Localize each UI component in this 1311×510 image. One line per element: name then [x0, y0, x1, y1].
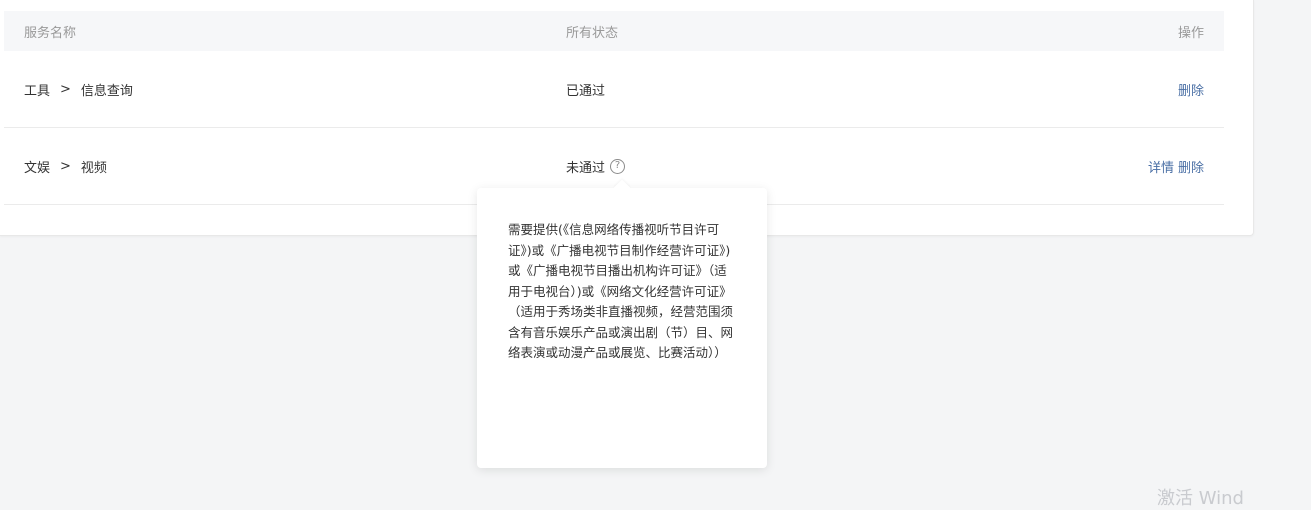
table-header: 服务名称 所有状态 操作: [4, 11, 1224, 51]
actions-cell: 删除: [1178, 51, 1204, 127]
popover-text: 需要提供(《信息网络传播视听节目许可证》)或《广播电视节目制作经营许可证》)或《…: [508, 222, 734, 360]
header-status: 所有状态: [566, 25, 619, 41]
header-actions: 操作: [1177, 25, 1204, 41]
details-link[interactable]: 详情: [1148, 157, 1174, 176]
service-subcategory: 信息查询: [80, 83, 133, 99]
status-text: 未通过: [566, 160, 606, 176]
windows-activation-watermark: 激活 Wind: [1157, 488, 1244, 509]
service-name-cell: 工具 > 信息查询: [24, 51, 133, 127]
service-subcategory: 视频: [80, 160, 107, 176]
service-category: 工具: [24, 83, 51, 99]
actions-cell: 详情 删除: [1148, 128, 1204, 204]
status-cell: 已通过: [566, 51, 605, 127]
service-category: 文娱: [24, 160, 51, 176]
delete-link[interactable]: 删除: [1178, 157, 1204, 176]
header-service-name: 服务名称: [24, 25, 77, 41]
path-separator: >: [60, 158, 71, 174]
path-separator: >: [60, 81, 71, 97]
question-circle-icon[interactable]: ?: [610, 158, 626, 174]
delete-link[interactable]: 删除: [1178, 80, 1204, 99]
service-name-cell: 文娱 > 视频: [24, 128, 107, 204]
rejection-reason-popover: 需要提供(《信息网络传播视听节目许可证》)或《广播电视节目制作经营许可证》)或《…: [477, 179, 767, 468]
services-table: 服务名称 所有状态 操作 工具 > 信息查询 已通过 删除 文娱 > 视频 未通…: [4, 11, 1224, 205]
status-text: 已通过: [566, 83, 606, 99]
table-row: 工具 > 信息查询 已通过 删除: [4, 51, 1224, 128]
